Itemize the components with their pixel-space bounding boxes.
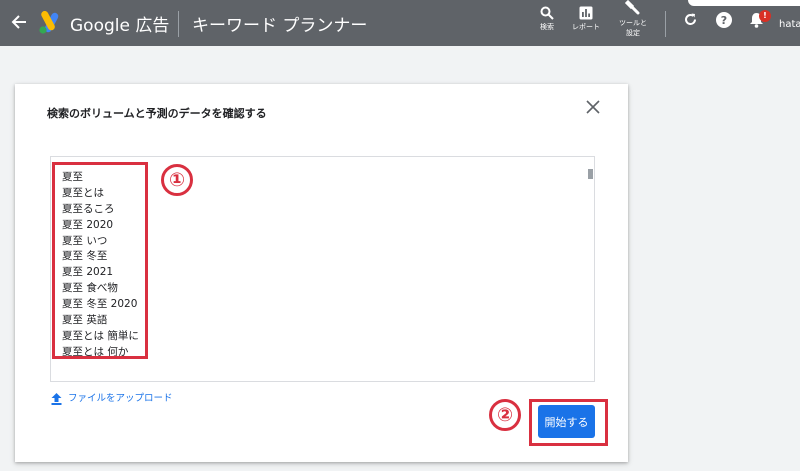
google-ads-logo-icon	[39, 11, 59, 34]
start-button[interactable]: 開始する	[538, 405, 595, 438]
dialog-title: 検索のボリュームと予測のデータを確認する	[47, 107, 267, 120]
tools-settings-button[interactable]: ツールと 設定	[617, 0, 649, 38]
divider	[178, 11, 179, 37]
tools-label-line1: ツールと	[619, 19, 647, 27]
reports-icon	[579, 6, 593, 20]
top-app-bar: Google 広告 キーワード プランナー 検索 レポート ツールと 設定 ?	[0, 0, 800, 46]
keyword-item: 夏至 食べ物	[62, 282, 118, 295]
user-name[interactable]: hata	[779, 19, 800, 30]
keyword-item: 夏至るころ	[62, 202, 115, 215]
annotation-marker-2: ②	[489, 399, 521, 431]
back-arrow-icon[interactable]	[10, 12, 28, 32]
annotation-marker-1: ①	[161, 164, 193, 196]
keyword-item: 夏至 いつ	[62, 234, 108, 247]
tools-label-line2: 設定	[626, 29, 640, 37]
keyword-item: 夏至	[62, 171, 83, 183]
keyword-item: 夏至 2020	[62, 218, 114, 231]
divider	[665, 11, 666, 37]
keyword-item: 夏至 英語	[62, 314, 108, 327]
keyword-item: 夏至とは 何か	[62, 345, 129, 358]
keyword-item: 夏至 冬至 2020	[62, 298, 138, 311]
search-button[interactable]: 検索	[536, 6, 558, 32]
close-icon[interactable]	[586, 100, 600, 114]
account-panel-edge	[688, 0, 800, 6]
page-title: キーワード プランナー	[192, 16, 368, 36]
keyword-item: 夏至とは	[62, 186, 104, 199]
notification-badge: !	[759, 10, 771, 22]
wrench-icon	[625, 0, 640, 15]
search-icon	[540, 6, 554, 20]
keyword-item: 夏至 2021	[62, 266, 114, 279]
reports-button[interactable]: レポート	[569, 6, 603, 32]
upload-file-link[interactable]: ファイルをアップロード	[51, 390, 173, 405]
keyword-list: 夏至夏至とは夏至るころ夏至 2020 夏至 いつ夏至 冬至夏至 2021 夏至 食べ…	[62, 170, 139, 361]
upload-icon	[51, 392, 62, 405]
upload-label: ファイルをアップロード	[68, 393, 173, 404]
svg-text:?: ?	[721, 14, 727, 27]
reports-label: レポート	[572, 23, 600, 31]
scrollbar-thumb[interactable]	[588, 169, 593, 179]
refresh-icon[interactable]	[683, 12, 698, 27]
keywords-textarea[interactable]: 夏至夏至とは夏至るころ夏至 2020 夏至 いつ夏至 冬至夏至 2021 夏至 食べ…	[50, 156, 595, 382]
keyword-item: 夏至 冬至	[62, 250, 108, 263]
help-icon[interactable]: ?	[716, 12, 732, 28]
keyword-item: 夏至とは 簡単に	[62, 329, 139, 342]
search-label: 検索	[540, 23, 554, 31]
brand-name: Google 広告	[70, 16, 170, 36]
